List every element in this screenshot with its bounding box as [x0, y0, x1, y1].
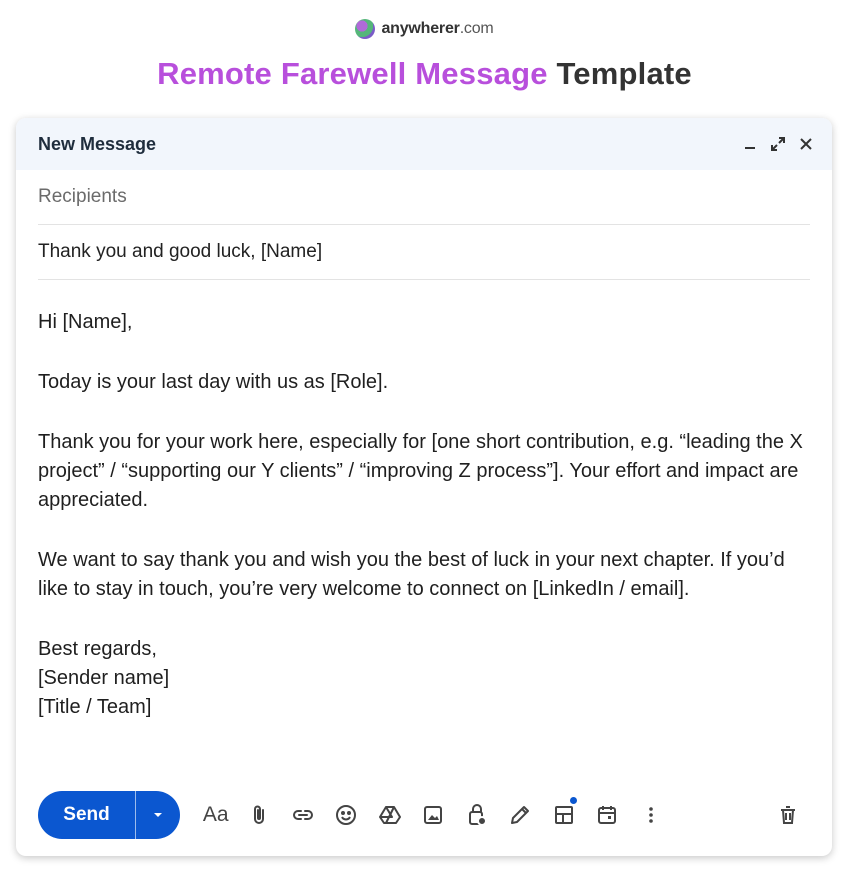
compose-toolbar: Send Aa: [38, 790, 810, 840]
chevron-down-icon: [154, 813, 162, 817]
formatting-tools: Aa: [194, 795, 673, 835]
trash-icon[interactable]: [767, 795, 811, 835]
page-title: Remote Farewell Message Template: [0, 56, 849, 92]
page-title-accent: Remote Farewell Message: [157, 56, 548, 91]
subject-text: Thank you and good luck, [Name]: [38, 241, 323, 262]
emoji-icon[interactable]: [325, 795, 369, 835]
compose-header: New Message: [16, 118, 832, 170]
signature-title: [Title / Team]: [38, 696, 152, 718]
layout-icon[interactable]: [542, 795, 586, 835]
photo-icon[interactable]: [412, 795, 456, 835]
link-icon[interactable]: [281, 795, 325, 835]
attach-icon[interactable]: [238, 795, 282, 835]
body-paragraph-3: We want to say thank you and wish you th…: [38, 549, 785, 600]
expand-icon[interactable]: [770, 136, 786, 152]
close-icon[interactable]: [798, 136, 814, 152]
body-paragraph-2: Thank you for your work here, especially…: [38, 431, 803, 511]
brand-name: anywherer.com: [381, 20, 494, 37]
compose-title: New Message: [38, 133, 157, 154]
compose-window: New Message Recipients Thank you and goo…: [16, 118, 832, 856]
signature: Best regards, [Sender name] [Title / Tea…: [38, 635, 810, 722]
calendar-icon[interactable]: [586, 795, 630, 835]
more-vert-icon[interactable]: [629, 795, 673, 835]
formatting-options-button[interactable]: Aa: [194, 795, 238, 835]
globe-logo-icon: [355, 19, 376, 39]
page-title-rest: Template: [547, 56, 692, 91]
recipients-field[interactable]: Recipients: [38, 170, 810, 225]
send-button-group: Send: [38, 791, 180, 839]
schedule-send-button[interactable]: [136, 791, 180, 839]
signature-name: [Sender name]: [38, 667, 170, 689]
subject-field[interactable]: Thank you and good luck, [Name]: [38, 225, 810, 280]
lock-clock-icon[interactable]: [455, 795, 499, 835]
format-text-icon: Aa: [202, 803, 229, 826]
recipients-placeholder: Recipients: [38, 186, 127, 207]
message-body[interactable]: Hi [Name], Today is your last day with u…: [38, 308, 810, 753]
signature-closing: Best regards,: [38, 638, 157, 660]
body-paragraph-1: Today is your last day with us as [Role]…: [38, 371, 389, 393]
send-button[interactable]: Send: [38, 791, 135, 839]
pen-icon[interactable]: [499, 795, 543, 835]
notification-dot: [569, 797, 577, 804]
body-greeting: Hi [Name],: [38, 311, 133, 333]
window-controls: [742, 136, 814, 152]
drive-icon[interactable]: [368, 795, 412, 835]
minimize-icon[interactable]: [742, 136, 758, 152]
brand: anywherer.com: [0, 19, 849, 39]
